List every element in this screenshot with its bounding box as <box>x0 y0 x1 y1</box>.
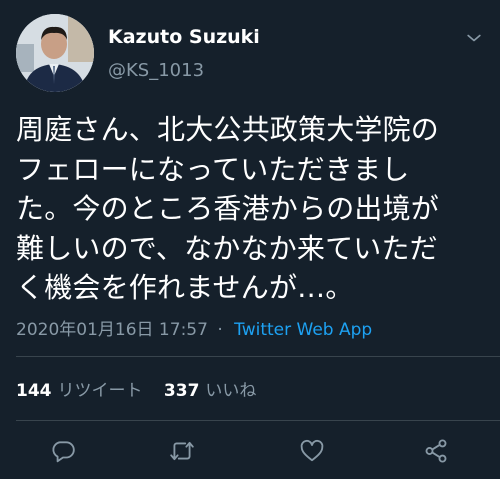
meta-separator: · <box>217 320 223 340</box>
tweet-timestamp[interactable]: 2020年01月16日 17:57 <box>16 320 208 340</box>
tweet-source-link[interactable]: Twitter Web App <box>234 320 372 340</box>
share-button[interactable] <box>421 436 451 466</box>
author-handle[interactable]: @KS_1013 <box>108 60 204 81</box>
tweet-menu-button[interactable] <box>462 26 486 50</box>
retweets-label: リツイート <box>57 381 143 401</box>
heart-icon <box>300 439 324 462</box>
tweet: Kazuto Suzuki @KS_1013 周庭さん、北大公共政策大学院の フ… <box>0 0 500 479</box>
retweets-count: 144 <box>16 381 52 401</box>
reply-icon <box>52 441 75 463</box>
tweet-actions <box>0 430 500 470</box>
tweet-text-line: 難しいので、なかなか来ていただ <box>16 231 438 265</box>
divider <box>16 420 500 421</box>
retweet-icon <box>170 441 194 461</box>
retweets-stat[interactable]: 144 リツイート <box>16 376 143 401</box>
author-name[interactable]: Kazuto Suzuki <box>108 26 260 48</box>
reply-button[interactable] <box>48 436 78 466</box>
retweet-button[interactable] <box>167 436 197 466</box>
tweet-text-line: 周庭さん、北大公共政策大学院の <box>16 113 440 146</box>
chevron-down-icon <box>467 34 481 42</box>
tweet-text: 周庭さん、北大公共政策大学院の フェローになっていただきまし た。今のところ香港… <box>16 110 486 308</box>
likes-stat[interactable]: 337 いいね <box>164 376 257 401</box>
like-button[interactable] <box>297 436 327 466</box>
tweet-text-line: た。今のところ香港からの出境が <box>16 192 440 225</box>
avatar[interactable] <box>16 14 94 92</box>
share-icon <box>425 439 447 463</box>
likes-label: いいね <box>205 381 257 401</box>
divider <box>16 356 500 357</box>
tweet-text-line: フェローになっていただきまし <box>16 152 410 186</box>
avatar-image <box>16 14 94 92</box>
tweet-text-line: く機会を作れませんが…。 <box>16 271 354 304</box>
tweet-stats: 144 リツイート 337 いいね <box>16 376 256 401</box>
tweet-meta: 2020年01月16日 17:57 · Twitter Web App <box>16 315 372 340</box>
likes-count: 337 <box>163 381 200 401</box>
